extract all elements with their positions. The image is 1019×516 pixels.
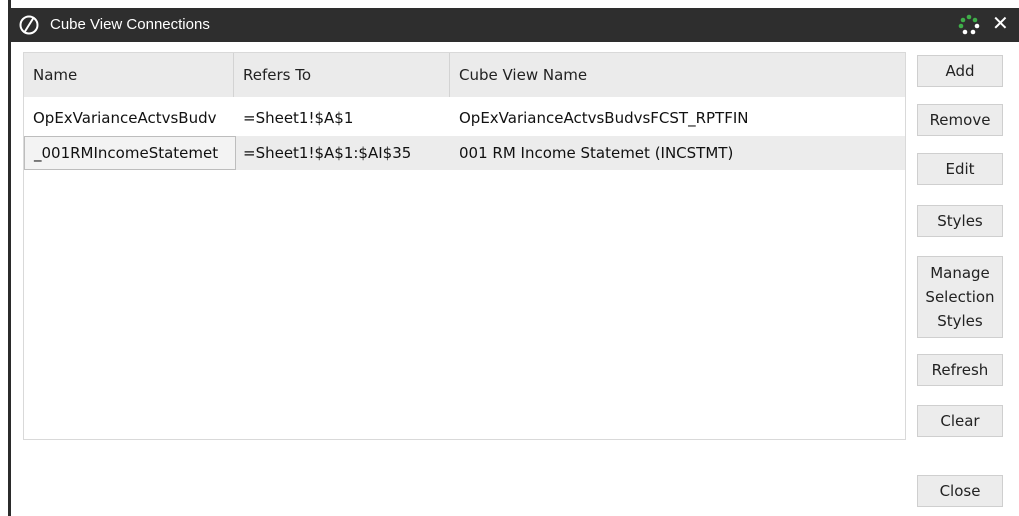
cell-refers-to[interactable]: =Sheet1!$A$1:$AI$35: [234, 136, 450, 170]
clear-button[interactable]: Clear: [917, 405, 1003, 437]
cell-cube-view-name[interactable]: OpExVarianceActvsBudvsFCST_RPTFIN: [450, 101, 905, 135]
cell-name[interactable]: _001RMIncomeStatemet: [24, 136, 236, 170]
connections-grid: Name Refers To Cube View Name OpExVarian…: [23, 52, 906, 440]
table-row-selected[interactable]: _001RMIncomeStatemet =Sheet1!$A$1:$AI$35…: [24, 136, 905, 170]
onestream-logo-icon: [19, 15, 39, 35]
loading-spinner-icon: [958, 14, 980, 35]
close-button[interactable]: Close: [917, 475, 1003, 507]
edit-button[interactable]: Edit: [917, 153, 1003, 185]
add-button[interactable]: Add: [917, 55, 1003, 87]
table-row[interactable]: OpExVarianceActvsBudv =Sheet1!$A$1 OpExV…: [24, 101, 905, 135]
cell-refers-to[interactable]: =Sheet1!$A$1: [234, 101, 450, 135]
cell-name[interactable]: OpExVarianceActvsBudv: [24, 101, 234, 135]
title-bar: Cube View Connections ✕: [10, 8, 1019, 42]
column-header-name[interactable]: Name: [24, 53, 234, 97]
refresh-button[interactable]: Refresh: [917, 354, 1003, 386]
cell-cube-view-name[interactable]: 001 RM Income Statemet (INCSTMT): [450, 136, 905, 170]
grid-header: Name Refers To Cube View Name: [24, 53, 905, 97]
column-header-cube-view-name[interactable]: Cube View Name: [450, 53, 905, 97]
remove-button[interactable]: Remove: [917, 104, 1003, 136]
window-left-border: [8, 0, 11, 516]
styles-button[interactable]: Styles: [917, 205, 1003, 237]
column-header-refers-to[interactable]: Refers To: [234, 53, 450, 97]
window-close-icon[interactable]: ✕: [992, 11, 1009, 35]
manage-selection-styles-button[interactable]: Manage Selection Styles: [917, 256, 1003, 338]
window-title: Cube View Connections: [50, 16, 210, 33]
